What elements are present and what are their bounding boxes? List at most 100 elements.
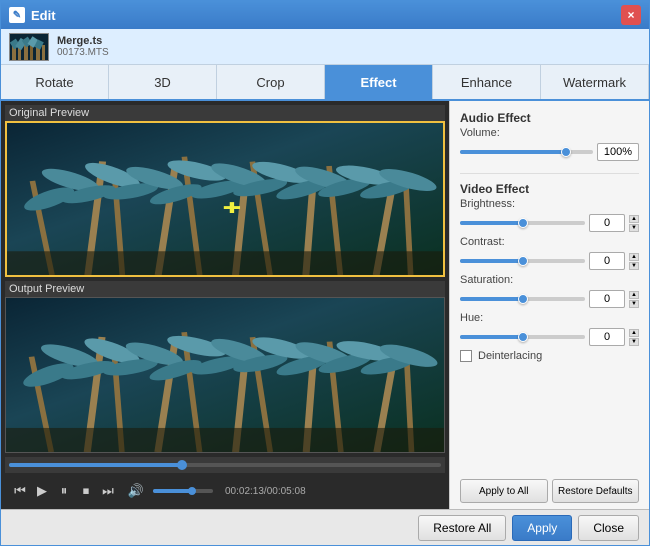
- volume-slider-thumb[interactable]: [561, 147, 571, 157]
- apply-to-all-button[interactable]: Apply to All: [460, 479, 548, 503]
- skip-forward-button[interactable]: ⏭: [99, 482, 117, 500]
- saturation-down[interactable]: ▼: [629, 300, 639, 308]
- saturation-track[interactable]: [460, 297, 585, 301]
- contrast-slider-row: ▲ ▼: [460, 252, 639, 270]
- hue-value[interactable]: [589, 328, 625, 346]
- brightness-slider-row: ▲ ▼: [460, 214, 639, 232]
- bottom-bar: Restore All Apply Close: [1, 509, 649, 545]
- output-preview: [5, 297, 445, 453]
- video-effect-title: Video Effect: [460, 182, 639, 196]
- hue-label-row: Hue:: [460, 312, 639, 324]
- close-window-button[interactable]: ×: [621, 5, 641, 25]
- tab-effect[interactable]: Effect: [325, 65, 433, 99]
- volume-value[interactable]: [597, 143, 639, 161]
- title-bar: ✎ Edit ×: [1, 1, 649, 29]
- right-panel: Audio Effect Volume: Video Effect: [449, 101, 649, 509]
- hue-thumb[interactable]: [518, 332, 528, 342]
- pause-button[interactable]: ⏸: [55, 482, 73, 500]
- hue-up[interactable]: ▲: [629, 329, 639, 337]
- deinterlacing-checkbox[interactable]: [460, 350, 472, 362]
- brightness-down[interactable]: ▼: [629, 224, 639, 232]
- output-preview-label: Output Preview: [5, 281, 445, 297]
- file-info: Merge.ts 00173.MTS: [57, 35, 109, 58]
- hue-label: Hue:: [460, 312, 520, 324]
- apply-button[interactable]: Apply: [512, 515, 572, 541]
- saturation-thumb[interactable]: [518, 294, 528, 304]
- original-preview: ✚: [5, 121, 445, 277]
- saturation-value[interactable]: [589, 290, 625, 308]
- progress-thumb[interactable]: [177, 460, 187, 470]
- saturation-label: Saturation:: [460, 274, 520, 286]
- brightness-thumb[interactable]: [518, 218, 528, 228]
- hue-track[interactable]: [460, 335, 585, 339]
- window-title: Edit: [31, 8, 621, 23]
- brightness-track[interactable]: [460, 221, 585, 225]
- hue-down[interactable]: ▼: [629, 338, 639, 346]
- volume-slider-row: [460, 143, 639, 161]
- restore-all-button[interactable]: Restore All: [418, 515, 506, 541]
- brightness-value[interactable]: [589, 214, 625, 232]
- svg-text:✚: ✚: [223, 201, 242, 218]
- controls-bar: ⏮ ▶ ⏸ ⏹ ⏭ 🔊 00:02:13/00:05:08: [5, 477, 445, 505]
- contrast-up[interactable]: ▲: [629, 253, 639, 261]
- saturation-spinner: ▲ ▼: [629, 291, 639, 308]
- volume-fill: [153, 489, 192, 493]
- contrast-label: Contrast:: [460, 236, 520, 248]
- contrast-label-row: Contrast:: [460, 236, 639, 248]
- contrast-track[interactable]: [460, 259, 585, 263]
- file-bar: Merge.ts 00173.MTS: [1, 29, 649, 65]
- tab-bar: Rotate 3D Crop Effect Enhance Watermark: [1, 65, 649, 101]
- contrast-spinner: ▲ ▼: [629, 253, 639, 270]
- main-window: ✎ Edit × Merge.ts 00173.MTS: [0, 0, 650, 546]
- brightness-spinner: ▲ ▼: [629, 215, 639, 232]
- tab-watermark[interactable]: Watermark: [541, 65, 649, 99]
- stop-button[interactable]: ⏹: [77, 482, 95, 500]
- close-button[interactable]: Close: [578, 515, 639, 541]
- hue-fill: [460, 335, 523, 339]
- progress-fill: [9, 463, 182, 467]
- progress-track[interactable]: [9, 463, 441, 467]
- volume-row: Volume:: [460, 127, 639, 139]
- main-content: Original Preview: [1, 101, 649, 509]
- deinterlacing-row: Deinterlacing: [460, 350, 639, 362]
- volume-slider[interactable]: [153, 489, 213, 493]
- brightness-label-row: Brightness:: [460, 198, 639, 210]
- saturation-slider-row: ▲ ▼: [460, 290, 639, 308]
- saturation-up[interactable]: ▲: [629, 291, 639, 299]
- file-thumbnail: [9, 33, 49, 61]
- brightness-label: Brightness:: [460, 198, 520, 210]
- tab-3d[interactable]: 3D: [109, 65, 217, 99]
- volume-slider-fill: [460, 150, 566, 154]
- tab-crop[interactable]: Crop: [217, 65, 325, 99]
- right-actions: Apply to All Restore Defaults: [460, 479, 639, 503]
- original-preview-label: Original Preview: [5, 105, 445, 121]
- contrast-thumb[interactable]: [518, 256, 528, 266]
- video-effect-section: Video Effect Brightness: ▲ ▼: [460, 182, 639, 362]
- volume-thumb[interactable]: [188, 487, 196, 495]
- restore-defaults-button[interactable]: Restore Defaults: [552, 479, 640, 503]
- hue-slider-row: ▲ ▼: [460, 328, 639, 346]
- volume-track[interactable]: [460, 150, 593, 154]
- file-subtitle: 00173.MTS: [57, 47, 109, 58]
- contrast-value[interactable]: [589, 252, 625, 270]
- skip-back-button[interactable]: ⏮: [11, 482, 29, 500]
- tab-rotate[interactable]: Rotate: [1, 65, 109, 99]
- left-panel: Original Preview: [1, 101, 449, 509]
- contrast-down[interactable]: ▼: [629, 262, 639, 270]
- deinterlacing-label: Deinterlacing: [478, 350, 542, 362]
- saturation-label-row: Saturation:: [460, 274, 639, 286]
- saturation-fill: [460, 297, 523, 301]
- time-display: 00:02:13/00:05:08: [225, 486, 306, 497]
- tab-enhance[interactable]: Enhance: [433, 65, 541, 99]
- progress-bar-container: [5, 457, 445, 473]
- app-icon: ✎: [9, 7, 25, 23]
- hue-spinner: ▲ ▼: [629, 329, 639, 346]
- file-name: Merge.ts: [57, 35, 109, 47]
- volume-label: Volume:: [460, 127, 520, 139]
- audio-effect-section: Audio Effect Volume:: [460, 111, 639, 165]
- brightness-fill: [460, 221, 523, 225]
- play-button[interactable]: ▶: [33, 482, 51, 500]
- contrast-fill: [460, 259, 523, 263]
- brightness-up[interactable]: ▲: [629, 215, 639, 223]
- audio-effect-title: Audio Effect: [460, 111, 639, 125]
